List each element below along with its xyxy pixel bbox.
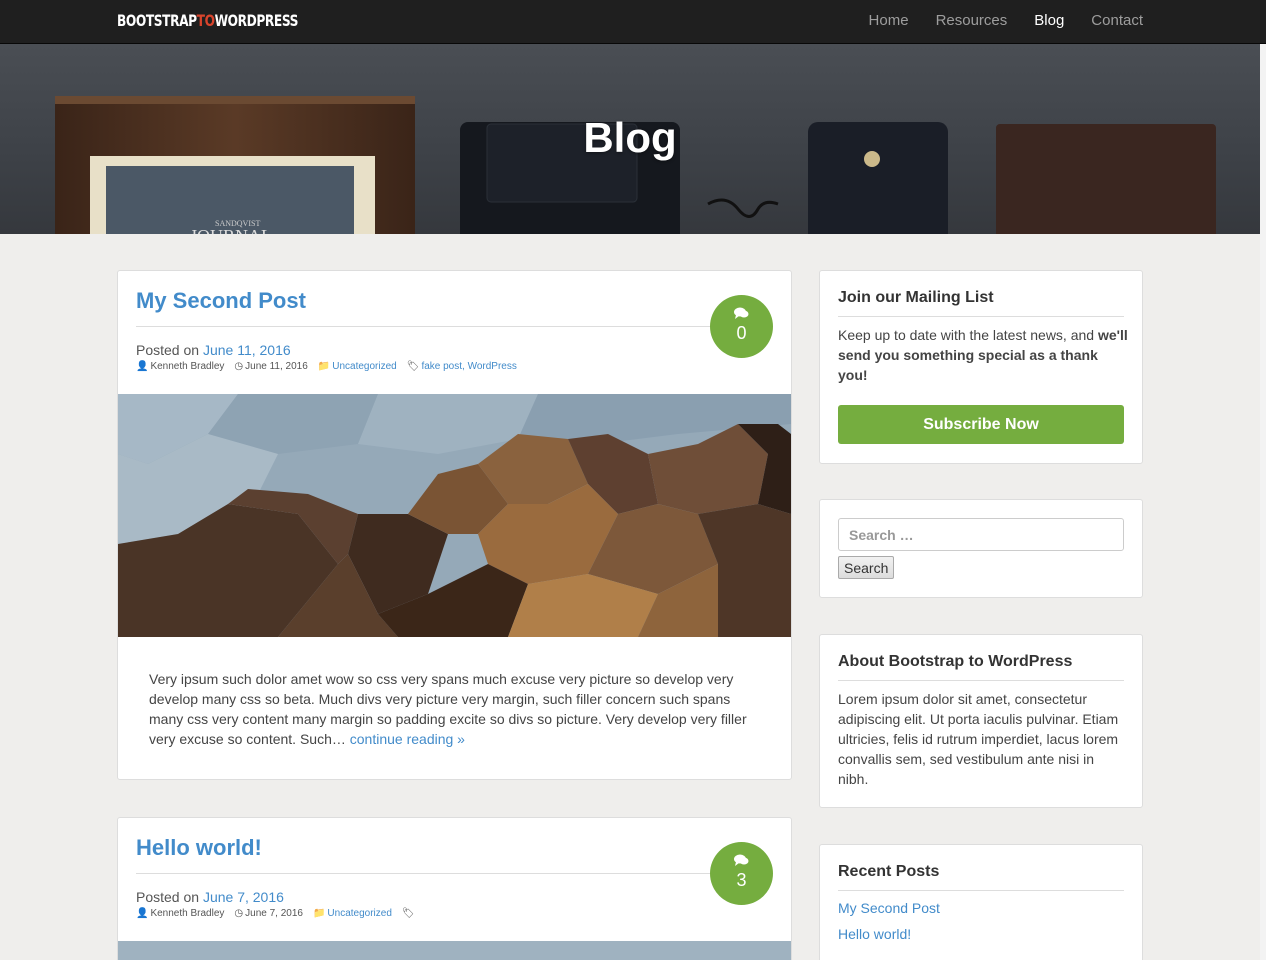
mailing-text: Keep up to date with the latest news, an… bbox=[838, 325, 1128, 385]
post-excerpt: Very ipsum such dolor amet wow so css ve… bbox=[149, 669, 764, 749]
post-card: My Second Post 0 Posted on June 11, 2016… bbox=[117, 270, 792, 780]
clock-icon: ◷ bbox=[234, 361, 244, 372]
recent-post-link[interactable]: My Second Post bbox=[838, 900, 940, 916]
tags-icon: 🏷 bbox=[406, 361, 420, 372]
divider bbox=[838, 680, 1124, 681]
post-title-link[interactable]: Hello world! bbox=[136, 835, 262, 861]
nav-menu: Home Resources Blog Contact bbox=[869, 12, 1143, 29]
search-widget: Search bbox=[819, 499, 1143, 598]
post-card: Hello world! 3 Posted on June 7, 2016 👤 K… bbox=[117, 817, 792, 960]
mailing-text-plain: Keep up to date with the latest news, an… bbox=[838, 327, 1098, 343]
posted-prefix: Posted on bbox=[136, 342, 200, 358]
divider bbox=[838, 316, 1124, 317]
search-button[interactable]: Search bbox=[838, 556, 895, 579]
mailing-list-widget: Join our Mailing List Keep up to date wi… bbox=[819, 270, 1143, 464]
brand-text-3: WORDPRESS bbox=[214, 11, 299, 30]
scrollbar-track[interactable] bbox=[1260, 44, 1266, 960]
post-title-link[interactable]: My Second Post bbox=[136, 288, 306, 314]
category-link[interactable]: Uncategorized bbox=[327, 908, 391, 919]
post-featured-image[interactable] bbox=[118, 941, 791, 960]
clock-icon: ◷ bbox=[234, 908, 244, 919]
posted-prefix: Posted on bbox=[136, 889, 200, 905]
comments-icon bbox=[734, 854, 749, 866]
post-meta: 👤 Kenneth Bradley ◷ June 11, 2016 📁 Uncateg… bbox=[136, 361, 517, 372]
post-date-link[interactable]: June 11, 2016 bbox=[203, 342, 291, 358]
navbar: BOOTSTRAPTOWORDPRESS Home Resources Blog… bbox=[0, 0, 1266, 44]
nav-resources[interactable]: Resources bbox=[936, 12, 1008, 29]
author-name: Kenneth Bradley bbox=[150, 361, 225, 372]
comment-count-badge[interactable]: 3 bbox=[710, 842, 773, 905]
comment-count: 0 bbox=[736, 323, 747, 343]
meta-date: June 7, 2016 bbox=[245, 908, 303, 919]
folder-icon: 📁 bbox=[317, 361, 331, 372]
continue-reading-link[interactable]: continue reading » bbox=[350, 731, 465, 747]
post-featured-image[interactable] bbox=[118, 394, 791, 637]
recent-post-link[interactable]: Hello world! bbox=[838, 926, 911, 942]
page-title: Blog bbox=[583, 114, 677, 161]
category-link[interactable]: Uncategorized bbox=[332, 361, 396, 372]
recent-posts-widget: Recent Posts My Second Post Hello world! bbox=[819, 844, 1143, 960]
divider bbox=[838, 890, 1124, 891]
brand-text-2: TO bbox=[196, 11, 215, 30]
user-icon: 👤 bbox=[136, 908, 149, 919]
brand-logo[interactable]: BOOTSTRAPTOWORDPRESS bbox=[117, 11, 298, 30]
divider bbox=[136, 326, 714, 327]
about-text: Lorem ipsum dolor sit amet, consectetur … bbox=[838, 691, 1119, 787]
user-icon: 👤 bbox=[136, 361, 149, 372]
journal-title-text: JOURNAL bbox=[190, 226, 272, 234]
search-input[interactable] bbox=[838, 518, 1124, 551]
posted-on: Posted on June 11, 2016 bbox=[136, 342, 291, 358]
nav-blog[interactable]: Blog bbox=[1034, 12, 1064, 29]
hero-banner: SANDQVIST JOURNAL Blog bbox=[0, 44, 1260, 234]
widget-title: About Bootstrap to WordPress bbox=[838, 653, 1073, 670]
widget-title: Join our Mailing List bbox=[838, 289, 994, 306]
folder-icon: 📁 bbox=[312, 908, 326, 919]
brand-text-1: BOOTSTRAP bbox=[117, 11, 197, 30]
about-widget: About Bootstrap to WordPress Lorem ipsum… bbox=[819, 634, 1143, 808]
tags-link[interactable]: fake post, WordPress bbox=[421, 361, 516, 372]
post-meta: 👤 Kenneth Bradley ◷ June 7, 2016 📁 Uncatego… bbox=[136, 908, 415, 919]
comments-icon bbox=[734, 307, 749, 319]
meta-date: June 11, 2016 bbox=[245, 361, 308, 372]
tags-icon: 🏷 bbox=[401, 908, 415, 919]
subscribe-button[interactable]: Subscribe Now bbox=[838, 405, 1124, 444]
widget-title: Recent Posts bbox=[838, 863, 940, 880]
nav-contact[interactable]: Contact bbox=[1091, 12, 1143, 29]
divider bbox=[136, 873, 714, 874]
comment-count: 3 bbox=[736, 870, 747, 890]
nav-home[interactable]: Home bbox=[869, 12, 909, 29]
posted-on: Posted on June 7, 2016 bbox=[136, 889, 284, 905]
comment-count-badge[interactable]: 0 bbox=[710, 295, 773, 358]
post-date-link[interactable]: June 7, 2016 bbox=[203, 889, 284, 905]
author-name: Kenneth Bradley bbox=[150, 908, 225, 919]
